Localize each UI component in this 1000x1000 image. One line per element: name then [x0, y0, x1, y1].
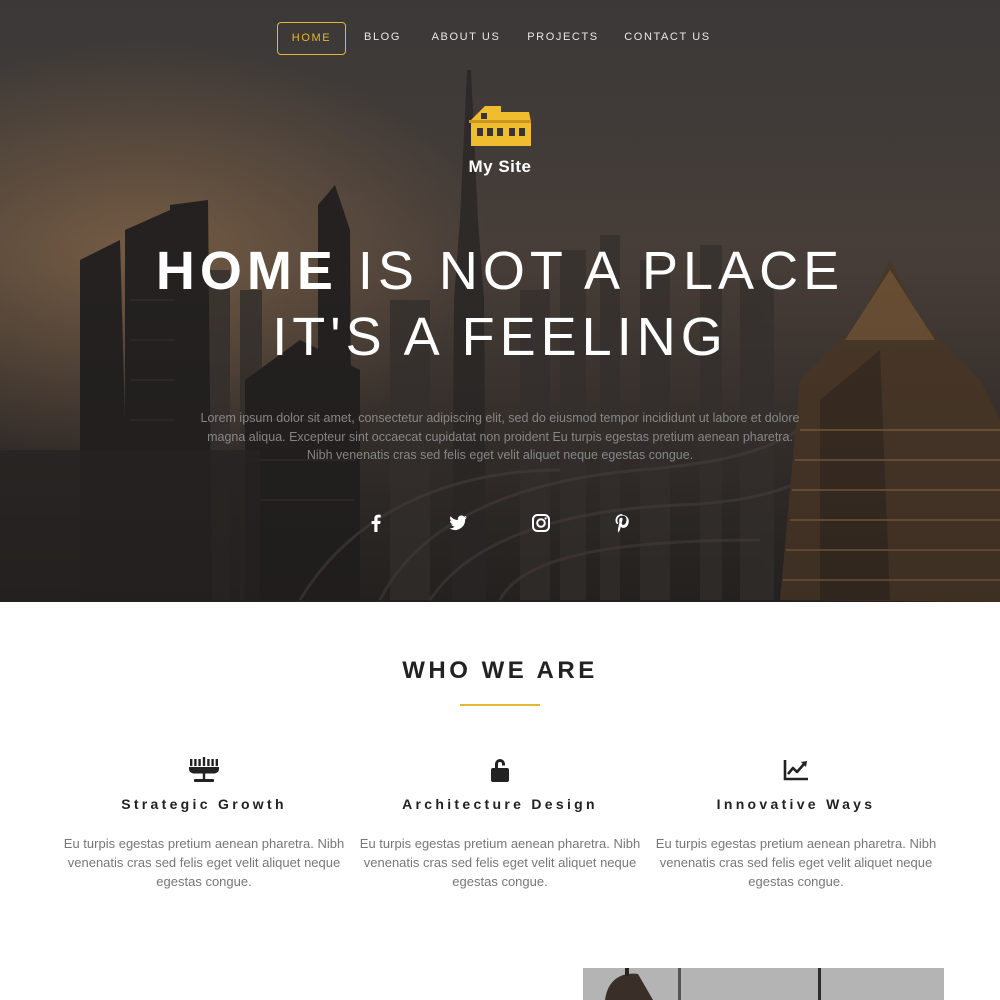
unlock-icon	[491, 759, 509, 782]
social-links	[0, 510, 1000, 536]
feature-title: Architecture Design	[402, 796, 598, 812]
title-underline	[460, 704, 540, 706]
pinterest-icon[interactable]	[609, 510, 635, 536]
nav-item-projects[interactable]: PROJECTS	[522, 22, 604, 55]
lamp-photo	[583, 968, 944, 1000]
section-title-who-we-are: WHO WE ARE	[402, 657, 598, 684]
house-icon[interactable]	[467, 104, 533, 148]
feature-title: Innovative Ways	[716, 796, 876, 812]
project-image	[583, 968, 944, 1000]
hero-headline-line1: HOME IS NOT A PLACE	[0, 240, 1000, 302]
nav-item-about-us[interactable]: ABOUT US	[426, 22, 506, 55]
hero-headline-line2: IT'S A FEELING	[272, 307, 728, 367]
nav-item-home[interactable]: HOME	[277, 22, 346, 55]
main-nav: HOME BLOG ABOUT US PROJECTS CONTACT US	[0, 22, 1000, 56]
instagram-icon[interactable]	[528, 510, 554, 536]
feature-strategic-growth: Strategic Growth Eu turpis egestas preti…	[54, 755, 354, 891]
facebook-icon[interactable]	[363, 510, 389, 536]
nav-item-blog[interactable]: BLOG	[355, 22, 410, 55]
hero-section: HOME BLOG ABOUT US PROJECTS CONTACT US M…	[0, 0, 1000, 602]
feature-text: Eu turpis egestas pretium aenean pharetr…	[655, 836, 937, 889]
menorah-icon	[189, 757, 219, 782]
feature-innovative-ways: Innovative Ways Eu turpis egestas pretiu…	[646, 755, 946, 891]
hero-headline-bold: HOME	[155, 241, 338, 301]
hero-description: Lorem ipsum dolor sit amet, consectetur …	[200, 411, 800, 462]
chart-line-icon	[783, 760, 808, 781]
twitter-icon[interactable]	[445, 510, 471, 536]
feature-architecture-design: Architecture Design Eu turpis egestas pr…	[350, 755, 650, 891]
feature-title: Strategic Growth	[121, 796, 287, 812]
nav-item-contact-us[interactable]: CONTACT US	[619, 22, 716, 55]
hero-headline-rest: IS NOT A PLACE	[337, 241, 845, 301]
feature-text: Eu turpis egestas pretium aenean pharetr…	[63, 836, 345, 889]
site-name[interactable]: My Site	[0, 157, 1000, 177]
feature-text: Eu turpis egestas pretium aenean pharetr…	[359, 836, 641, 889]
